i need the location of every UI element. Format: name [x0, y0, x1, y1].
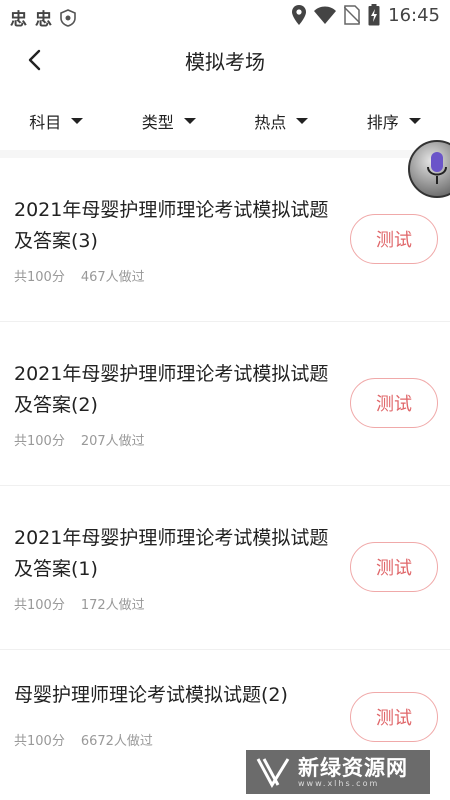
status-right: 16:45: [292, 4, 440, 26]
exam-score: 共100分: [14, 270, 65, 285]
clock: 16:45: [388, 4, 440, 26]
divider: [0, 150, 450, 158]
microphone-icon: [427, 152, 447, 184]
exam-takers: 207人做过: [80, 434, 145, 449]
exam-takers: 6672人做过: [80, 734, 153, 749]
exam-item[interactable]: 2021年母婴护理师理论考试模拟试题及答案(2) 共100分 207人做过 测试: [0, 322, 450, 486]
caret-down-icon: [408, 118, 421, 124]
app-notification-icon: 忠: [35, 10, 52, 30]
exam-title: 母婴护理师理论考试模拟试题(2): [14, 684, 288, 706]
page-title: 模拟考场: [185, 50, 265, 74]
status-bar: 忠 忠 16:45: [0, 0, 450, 32]
filter-label: 热点: [254, 113, 287, 132]
exam-title: 2021年母婴护理师理论考试模拟试题及答案(2): [14, 363, 329, 416]
exam-score: 共100分: [14, 734, 65, 749]
test-button[interactable]: 测试: [350, 214, 438, 264]
test-button[interactable]: 测试: [350, 692, 438, 742]
exam-score: 共100分: [14, 598, 65, 613]
watermark-text: 新绿资源网: [298, 755, 408, 780]
logo-icon: [256, 758, 290, 789]
filter-type[interactable]: 类型: [113, 100, 226, 142]
filter-sort[interactable]: 排序: [338, 100, 450, 142]
no-sim-icon: [344, 5, 361, 25]
exam-item[interactable]: 2021年母婴护理师理论考试模拟试题及答案(1) 共100分 172人做过 测试: [0, 486, 450, 650]
location-icon: [292, 5, 307, 25]
exam-score: 共100分: [14, 434, 65, 449]
caret-down-icon: [71, 118, 84, 124]
battery-charging-icon: [368, 4, 380, 26]
exam-meta: 共100分 207人做过: [14, 430, 145, 449]
filter-hot[interactable]: 热点: [225, 100, 338, 142]
exam-meta: 共100分 6672人做过: [14, 730, 153, 749]
watermark: 新绿资源网 www.xlhs.com: [246, 750, 430, 794]
filter-label: 科目: [29, 113, 62, 132]
exam-item[interactable]: 2021年母婴护理师理论考试模拟试题及答案(3) 共100分 467人做过 测试: [0, 158, 450, 322]
exam-meta: 共100分 172人做过: [14, 594, 145, 613]
app-notification-icon: 忠: [10, 10, 27, 30]
wifi-icon: [314, 6, 337, 24]
title-bar: 模拟考场: [0, 32, 450, 88]
filter-bar: 科目 类型 热点 排序: [0, 100, 450, 142]
exam-title: 2021年母婴护理师理论考试模拟试题及答案(1): [14, 527, 329, 580]
watermark-subtext: www.xlhs.com: [298, 778, 380, 788]
caret-down-icon: [183, 118, 196, 124]
exam-takers: 172人做过: [80, 598, 145, 613]
filter-label: 类型: [141, 113, 174, 132]
exam-title: 2021年母婴护理师理论考试模拟试题及答案(3): [14, 199, 329, 252]
shield-icon: [60, 8, 76, 27]
status-left: 忠 忠: [10, 5, 76, 30]
test-button[interactable]: 测试: [350, 542, 438, 592]
exam-meta: 共100分 467人做过: [14, 266, 145, 285]
filter-subject[interactable]: 科目: [0, 100, 113, 142]
test-button[interactable]: 测试: [350, 378, 438, 428]
exam-takers: 467人做过: [80, 270, 145, 285]
caret-down-icon: [296, 118, 309, 124]
filter-label: 排序: [366, 113, 399, 132]
